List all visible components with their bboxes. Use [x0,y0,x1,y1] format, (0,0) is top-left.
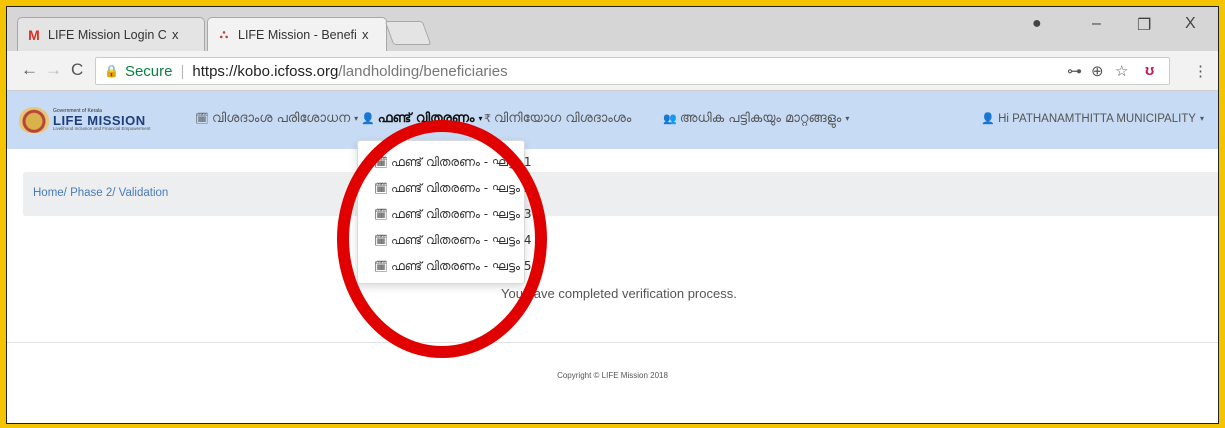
menu-additional-list[interactable]: 👥 അധിക പട്ടികയും മാറ്റങ്ങളും ▾ [663,111,849,126]
caret-down-icon: ▾ [478,114,483,123]
menu-fund-distribution[interactable]: 👤 ഫണ്ട് വിതരണം ▾ [361,111,483,126]
address-bar-row: ← → C 🔒 Secure | https://kobo.icfoss.org… [7,51,1218,91]
caret-down-icon: ▾ [354,114,359,123]
caret-down-icon: ▾ [845,114,850,123]
tab-life-mission[interactable]: ⛬ LIFE Mission - Beneficiari x [207,17,387,51]
minimize-button[interactable]: – [1092,15,1101,33]
calendar-check-icon: 🗓 [374,181,388,195]
reload-icon[interactable]: C [71,60,83,80]
back-icon[interactable]: ← [21,60,38,80]
dropdown-item-phase-4[interactable]: 🗓 ഫണ്ട് വിതരണം - ഘട്ടം 4 [358,227,532,253]
user-greeting: Hi PATHANAMTHITTA MUNICIPALITY [998,113,1196,125]
dropdown-item-phase-2[interactable]: 🗓 ഫണ്ട് വിതരണം - ഘട്ടം 2 [358,175,532,201]
footer-copyright: Copyright © LIFE Mission 2018 [557,371,668,380]
users-icon: 👥 [663,112,677,125]
extension-icon[interactable]: ʊ [1145,62,1154,79]
forward-icon[interactable]: → [45,60,62,80]
calendar-icon: 🗓 [195,112,209,125]
menu-utilization[interactable]: ₹ വിനിയോഗ വിശദാംശം [484,111,635,126]
menu-label: ഫണ്ട് വിതരണം [377,111,475,126]
life-mission-logo[interactable]: Government of Kerala LIFE MISSION Liveli… [19,105,169,135]
calendar-check-icon: 🗓 [374,207,388,221]
divider [7,342,1218,343]
tab-close-icon[interactable]: x [172,27,179,42]
calendar-check-icon: 🗓 [374,259,388,273]
user-icon: 👤 [361,112,375,125]
dropdown-item-phase-5[interactable]: 🗓 ഫണ്ട് വിതരണം - ഘട്ടം 5 [358,253,532,279]
tab-strip: M LIFE Mission Login Crede x ⛬ LIFE Miss… [7,7,1218,51]
key-icon[interactable]: ⊶ [1067,62,1082,80]
browser-window: M LIFE Mission Login Crede x ⛬ LIFE Miss… [6,6,1219,424]
tab-gmail[interactable]: M LIFE Mission Login Crede x [17,17,205,51]
breadcrumb: Home/ Phase 2/ Validation [23,172,1218,216]
menu-label: വിശദാംശ പരിശോധന [211,111,351,126]
url-path: /landholding/beneficiaries [338,62,508,80]
new-tab-button[interactable] [384,21,432,45]
logo-name-text: LIFE MISSION [53,112,146,128]
url-host: https://kobo.icfoss.org [192,62,339,80]
menu-label: വിനിയോഗ വിശദാംശം [494,111,632,126]
secure-label: Secure [124,62,173,80]
fund-distribution-dropdown: 🗓 ഫണ്ട് വിതരണം - ഘട്ടം 1 🗓 ഫണ്ട് വിതരണം - … [357,140,532,284]
bookmark-star-icon[interactable]: ☆ [1115,62,1128,80]
life-mission-favicon: ⛬ [219,27,229,41]
calendar-check-icon: 🗓 [374,233,388,247]
rupee-icon: ₹ [484,112,491,125]
logo-tagline-text: Livelihood Inclusion and Financial Empow… [53,125,151,131]
tab-title: LIFE Mission Login Crede [48,27,166,42]
caret-down-icon: ▾ [1199,114,1204,124]
calendar-check-icon: 🗓 [374,155,388,169]
dropdown-item-phase-3[interactable]: 🗓 ഫണ്ട് വിതരണം - ഘട്ടം 3 [358,201,532,227]
address-input[interactable]: 🔒 Secure | https://kobo.icfoss.org/landh… [95,57,1170,85]
address-separator: | [180,62,185,80]
user-icon: 👤 [981,113,996,125]
user-menu[interactable]: 👤 Hi PATHANAMTHITTA MUNICIPALITY ▾ [981,112,1204,125]
browser-menu-icon[interactable]: ⋮ [1193,62,1208,80]
menu-verification[interactable]: 🗓 വിശദാംശ പരിശോധന ▾ [195,111,358,126]
completion-message: You have completed verification process. [501,286,737,301]
breadcrumb-text[interactable]: Home/ Phase 2/ Validation [33,187,168,199]
tab-title: LIFE Mission - Beneficiari [238,27,356,42]
lock-icon: 🔒 [104,64,119,78]
gmail-icon: M [28,26,40,43]
app-navbar: Government of Kerala LIFE MISSION Liveli… [7,91,1218,149]
close-window-button[interactable]: X [1185,15,1196,33]
kerala-emblem-icon [19,107,49,133]
account-icon[interactable]: ● [1032,15,1042,33]
dropdown-item-phase-1[interactable]: 🗓 ഫണ്ട് വിതരണം - ഘട്ടം 1 [358,149,532,175]
tab-close-icon[interactable]: x [362,27,369,42]
zoom-icon[interactable]: ⊕ [1091,62,1104,80]
menu-label: അധിക പട്ടികയും മാറ്റങ്ങളും [679,111,842,126]
restore-button[interactable]: ❐ [1137,15,1151,35]
